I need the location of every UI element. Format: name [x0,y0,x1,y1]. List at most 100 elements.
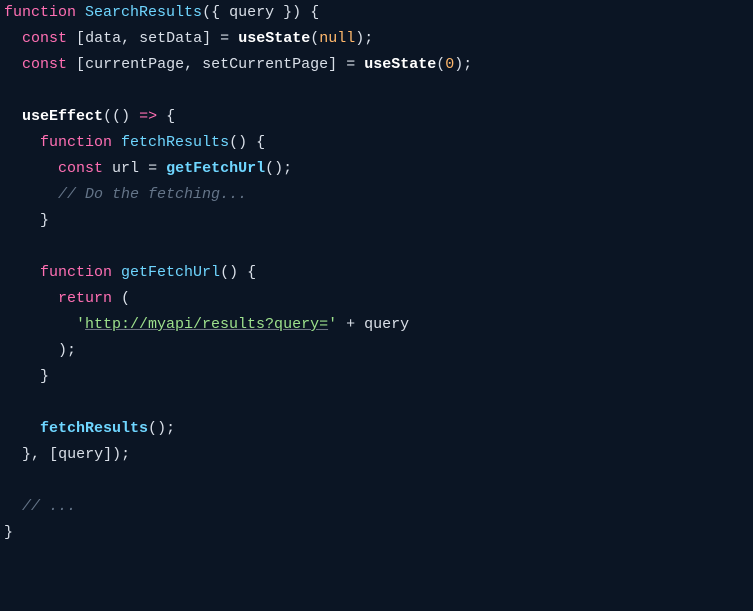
paren-open: ( [103,108,112,125]
code-line: 'http://myapi/results?query=' + query [4,316,409,333]
code-line: const [data, setData] = useState(null); [4,30,373,47]
component-name: SearchResults [85,4,202,21]
code-line: const url = getFetchUrl(); [4,160,292,177]
identifier: query [58,446,103,463]
code-block: function SearchResults({ query }) { cons… [0,0,753,546]
function-name: getFetchUrl [121,264,220,281]
keyword-return: return [58,290,112,307]
quote: ' [76,316,85,333]
brace-close: } [40,212,49,229]
brace-open: { [211,4,220,21]
paren-close: ) [157,420,166,437]
code-line: // Do the fetching... [4,186,247,203]
blank-line [4,238,13,255]
code-line: const [currentPage, setCurrentPage] = us… [4,56,472,73]
equals: = [220,30,229,47]
paren-close: ) [112,446,121,463]
code-line: // ... [4,498,76,515]
code-line: function SearchResults({ query }) { [4,4,319,21]
bracket-close: ] [202,30,211,47]
paren-open: ( [220,264,229,281]
code-line: }, [query]); [4,446,130,463]
hook-useeffect: useEffect [22,108,103,125]
bracket-close: ] [103,446,112,463]
paren-close: ) [274,160,283,177]
equals: = [346,56,355,73]
comma: , [31,446,40,463]
identifier: setCurrentPage [202,56,328,73]
blank-line [4,82,13,99]
comment: // Do the fetching... [58,186,247,203]
hook-usestate: useState [364,56,436,73]
bracket-close: ] [328,56,337,73]
blank-line [4,394,13,411]
semicolon: ; [463,56,472,73]
paren-open: ( [148,420,157,437]
paren-close: ) [229,264,238,281]
paren-close: ) [292,4,301,21]
function-call: fetchResults [40,420,148,437]
keyword-function: function [4,4,76,21]
space [193,56,202,73]
paren-close: ) [454,56,463,73]
paren-open: ( [121,290,130,307]
code-line: ); [4,342,76,359]
semicolon: ; [364,30,373,47]
brace-open: { [166,108,175,125]
comma: , [121,30,130,47]
paren-close: ) [355,30,364,47]
space [220,4,229,21]
bracket-open: [ [76,56,85,73]
keyword-function: function [40,264,112,281]
code-line: function getFetchUrl() { [4,264,256,281]
brace-close: } [22,446,31,463]
hook-usestate: useState [238,30,310,47]
comma: , [184,56,193,73]
comment: // ... [22,498,76,515]
url-string: http://myapi/results?query= [85,316,328,333]
brace-open: { [247,264,256,281]
brace-close: } [283,4,292,21]
code-line: } [4,524,13,541]
identifier: query [364,316,409,333]
brace-open: { [310,4,319,21]
function-call: getFetchUrl [166,160,265,177]
paren-close: ) [238,134,247,151]
code-line: useEffect(() => { [4,108,175,125]
blank-line [4,472,13,489]
space [274,4,283,21]
paren-open: ( [112,108,121,125]
bracket-open: [ [76,30,85,47]
keyword-function: function [40,134,112,151]
space [40,446,49,463]
brace-close: } [4,524,13,541]
null-literal: null [319,30,355,47]
space [130,30,139,47]
keyword-const: const [58,160,103,177]
equals: = [148,160,157,177]
function-name: fetchResults [121,134,229,151]
paren-open: ( [229,134,238,151]
paren-open: ( [265,160,274,177]
semicolon: ; [283,160,292,177]
semicolon: ; [121,446,130,463]
identifier: currentPage [85,56,184,73]
code-line: } [4,212,49,229]
brace-open: { [256,134,265,151]
identifier: setData [139,30,202,47]
paren-open: ( [310,30,319,47]
param: query [229,4,274,21]
semicolon: ; [166,420,175,437]
arrow: => [139,108,157,125]
code-line: function fetchResults() { [4,134,265,151]
semicolon: ; [67,342,76,359]
code-line: fetchResults(); [4,420,175,437]
brace-close: } [40,368,49,385]
bracket-open: [ [49,446,58,463]
quote: ' [328,316,337,333]
paren-close: ) [121,108,130,125]
paren-close: ) [58,342,67,359]
plus: + [346,316,355,333]
code-line: } [4,368,49,385]
paren-open: ( [202,4,211,21]
